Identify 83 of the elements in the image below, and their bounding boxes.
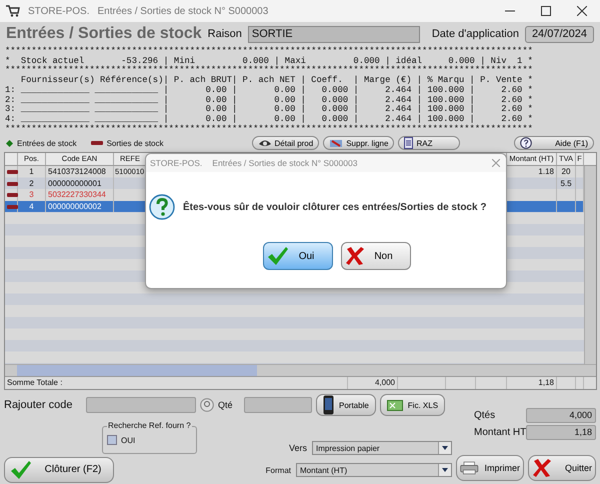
dropdown-arrow-icon xyxy=(442,446,448,450)
horizontal-scrollbar[interactable] xyxy=(5,364,596,376)
close-out-button[interactable]: Clôturer (F2) xyxy=(4,457,114,483)
dropdown-arrow-icon xyxy=(442,468,448,472)
total-quantity: 4,000 xyxy=(348,377,398,389)
group-legend: Recherche Ref. fourn ? xyxy=(107,421,192,430)
diamond-icon xyxy=(6,140,13,146)
total-amount: 1,18 xyxy=(507,377,557,389)
dialog-button[interactable]: Oui xyxy=(263,242,333,270)
total-label: Somme Totale : xyxy=(5,377,348,389)
toolbar-button[interactable]: Aide (F1) xyxy=(514,136,594,150)
quantity-input[interactable] xyxy=(244,397,312,413)
dash-icon xyxy=(7,182,18,186)
quantity-label: Qté xyxy=(218,400,234,410)
format-dropdown[interactable]: Montant (HT) xyxy=(296,463,452,477)
dialog-title: Entrées / Sorties de stock N° S000003 xyxy=(212,158,358,168)
date-label: Date d'application xyxy=(432,28,519,40)
toolbar-button[interactable]: RAZ xyxy=(398,136,460,150)
total-value: 4,000 xyxy=(526,408,596,423)
document-icon xyxy=(404,137,414,149)
total-label: Montant HT xyxy=(473,427,526,438)
stock-sheet-line: 2: _____________ ____________ | 0.00 | 0.00 | 0.000 | 2.464 | 100.000 | 2.60 * xyxy=(5,96,534,105)
maximize-icon xyxy=(541,6,551,16)
toolbar-button[interactable]: Détail prod xyxy=(252,136,320,150)
table-cell: 1 xyxy=(18,166,46,178)
phone-icon xyxy=(323,395,334,415)
question-icon xyxy=(149,194,175,220)
checkbox-label: OUI xyxy=(121,436,136,444)
total-value: 1,18 xyxy=(526,425,596,440)
total-label: Qtés xyxy=(473,410,496,421)
stock-sheet-line: 3: _____________ ____________ | 0.00 | 0.00 | 0.000 | 2.464 | 100.000 | 2.60 * xyxy=(5,105,534,114)
close-icon xyxy=(577,6,587,16)
checkmark-icon xyxy=(10,460,32,480)
dialog-message: Êtes-vous sûr de vouloir clôturer ces entrées/Sorties de stock ? xyxy=(183,202,486,212)
stock-sheet-line: **************************************************************************************************** xyxy=(5,66,534,76)
legend-label: Sorties de stock xyxy=(106,138,164,148)
stock-sheet-line: **************************************************************************************************** xyxy=(5,124,534,134)
table-cell: 2 xyxy=(18,178,46,190)
table-cell: 000000000002 xyxy=(46,200,114,212)
cart-icon xyxy=(6,5,20,17)
close-icon xyxy=(492,159,500,167)
delete-row-icon xyxy=(329,138,344,148)
page-title: Entrées / Sorties de stock xyxy=(6,25,202,43)
date-field[interactable]: 24/07/2024 xyxy=(524,26,594,42)
toolbar-button[interactable]: Suppr. ligne xyxy=(323,136,394,150)
window-title: Entrées / Sorties de stock N° S000003 xyxy=(98,6,268,16)
table-cell: 5410373124008 xyxy=(46,166,114,178)
checkbox[interactable] xyxy=(107,435,117,445)
legend-label: Entrées de stock xyxy=(17,138,77,148)
action-button[interactable]: Quitter xyxy=(528,455,596,481)
code-input[interactable] xyxy=(86,397,196,413)
table-cell: 4 xyxy=(18,200,46,212)
vertical-scrollbar[interactable] xyxy=(584,166,596,364)
action-button[interactable]: Fic. XLS xyxy=(380,394,446,416)
add-code-label: Rajouter code xyxy=(4,399,74,411)
action-button[interactable]: Imprimer xyxy=(456,455,524,481)
dialog-app-name: STORE-POS. xyxy=(150,158,202,168)
cross-icon xyxy=(345,246,365,266)
stock-sheet-line: * Stock actuel -53.296 | Mini 0.000 | Maxi 0.000 | idéal 0.000 | Niv 1 * xyxy=(5,56,534,66)
eye-icon xyxy=(258,138,272,148)
cross-icon xyxy=(532,458,552,478)
table-cell: 000000000001 xyxy=(46,178,114,190)
reason-field[interactable]: SORTIE xyxy=(248,26,420,42)
reason-label: Raison xyxy=(208,28,242,40)
dialog-button[interactable]: Non xyxy=(341,242,411,270)
checkmark-icon xyxy=(267,246,289,266)
vers-label: Vers xyxy=(288,443,307,453)
dash-icon xyxy=(7,193,18,198)
table-cell: 20 xyxy=(557,166,576,178)
format-label: Format xyxy=(266,466,291,474)
stock-sheet-line: 1: _____________ ____________ | 0.00 | 0.00 | 0.000 | 2.464 | 100.000 | 2.60 * xyxy=(5,86,534,96)
stock-sheet-line: Fournisseur(s) Référence(s)| P. ach BRUT| P. ach NET | Coeff. | Marge (€) | % Marqu | P. Vente * xyxy=(20,76,534,86)
stock-sheet-line: 4: _____________ ____________ | 0.00 | 0.00 | 0.000 | 2.464 | 100.000 | 2.60 * xyxy=(5,114,534,124)
table-cell: 5.5 xyxy=(557,178,576,190)
dash-icon xyxy=(90,141,103,145)
dash-icon xyxy=(7,204,18,209)
app-name: STORE-POS. xyxy=(28,6,90,16)
help-icon xyxy=(520,137,532,149)
dash-icon xyxy=(7,170,18,174)
destination-dropdown[interactable]: Impression papier xyxy=(312,441,452,455)
spreadsheet-icon xyxy=(386,400,403,410)
stock-sheet-line: **************************************************************************************************** xyxy=(5,47,534,56)
action-button[interactable]: Portable xyxy=(316,394,376,416)
